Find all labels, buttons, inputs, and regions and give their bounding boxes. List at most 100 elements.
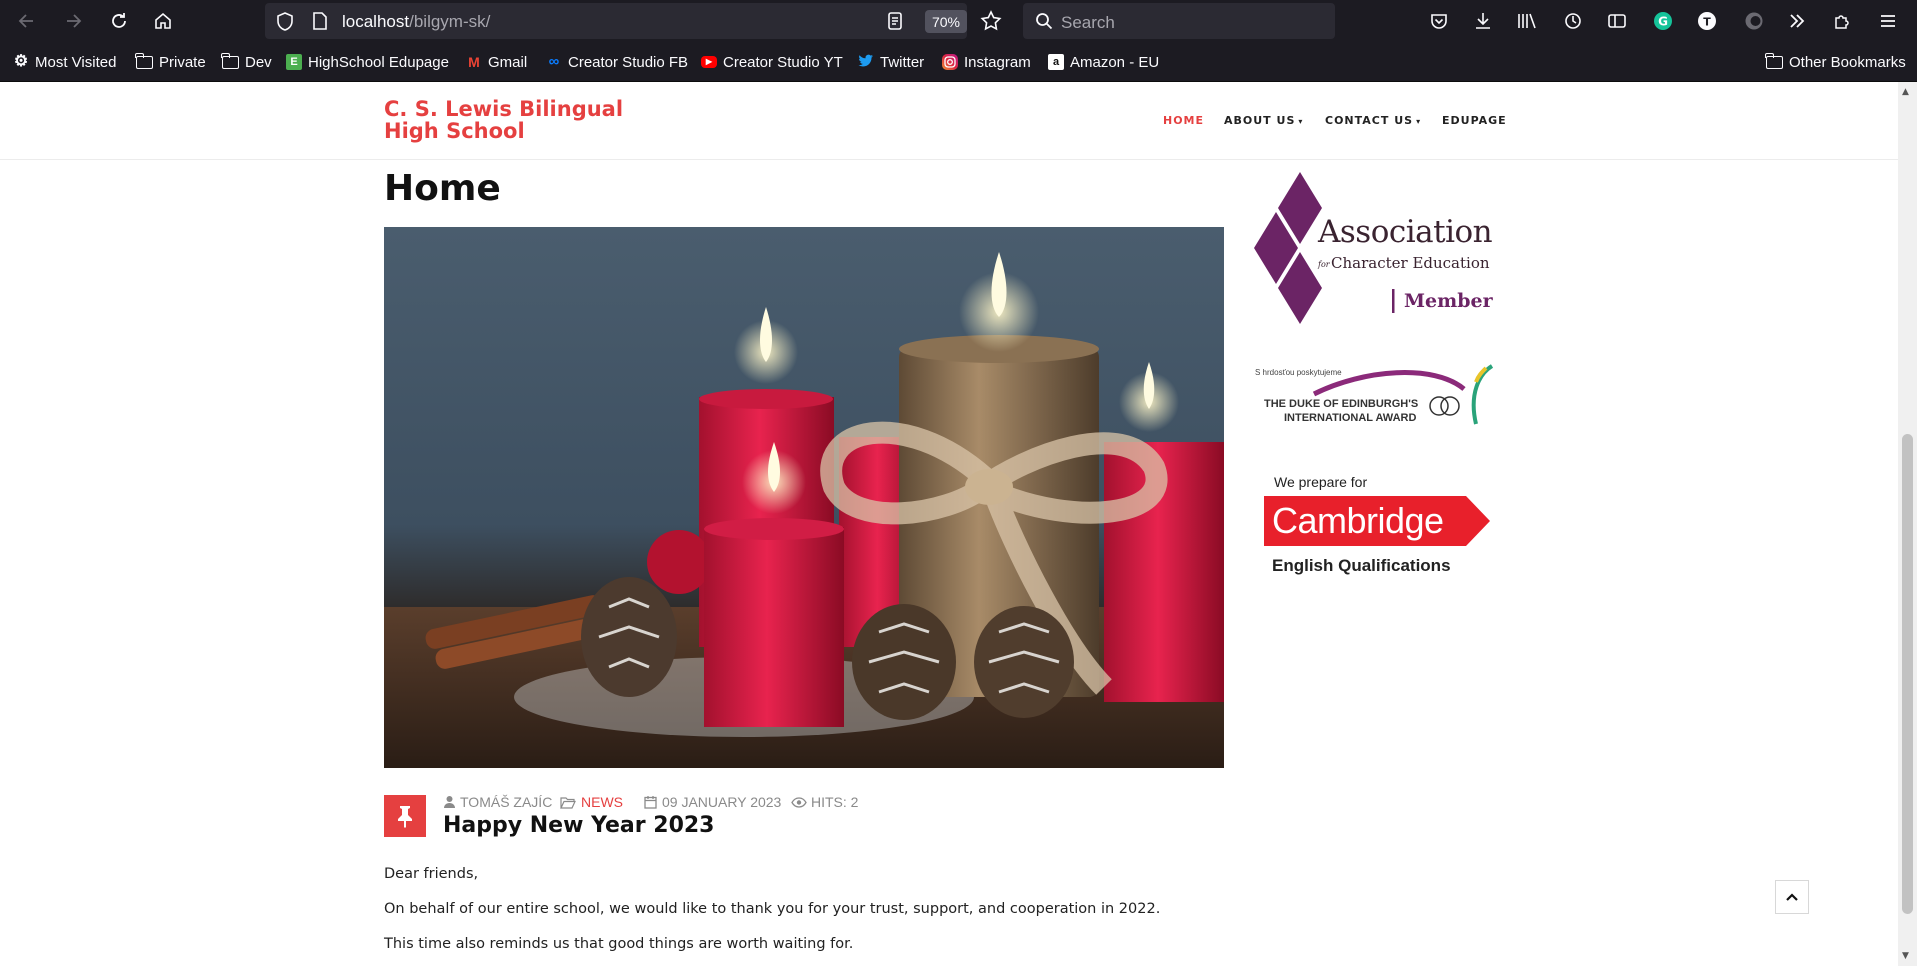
ace-member-logo[interactable]: Association for Character Education Memb… [1252,170,1502,330]
user-icon [444,796,455,808]
site-header: C. S. Lewis Bilingual High School HOME A… [0,82,1898,160]
library-icon[interactable] [1514,8,1540,34]
scrollbar-thumb[interactable] [1902,434,1913,914]
download-icon[interactable] [1470,8,1496,34]
forward-arrow-icon[interactable] [60,8,86,34]
nav-contact-us[interactable]: CONTACT US ▾ [1325,114,1421,127]
shield-icon[interactable] [276,12,294,35]
logo-line-1: C. S. Lewis Bilingual [384,97,624,121]
ace-member-label: Member [1404,290,1493,312]
folder-open-icon [560,796,576,809]
gear-icon: ⚙ [13,53,29,70]
article-paragraph: On behalf of our entire school, we would… [384,901,1161,917]
bookmark-label: Amazon - EU [1070,53,1160,71]
chevron-down-icon: ▾ [1416,117,1422,126]
reload-icon[interactable] [106,8,132,34]
youtube-icon: ▶ [701,56,717,68]
gmail-icon: M [468,54,480,70]
bookmark-private[interactable]: Private [135,52,206,72]
eye-icon [791,796,807,808]
bookmark-label: Dev [245,53,272,71]
author-name: TOMÁŠ ZAJÍC [460,794,553,810]
nav-home[interactable]: HOME [1163,114,1204,127]
hits-count: HITS: 2 [811,794,859,810]
duke-of-edinburgh-logo[interactable]: S hrdosťou poskytujeme THE DUKE OF EDINB… [1254,364,1496,436]
grammarly-extension-icon[interactable]: G [1650,8,1676,34]
cambridge-english-logo[interactable]: We prepare for Cambridge English Qualifi… [1262,472,1492,582]
back-to-top-button[interactable] [1775,880,1809,914]
scroll-down-arrow-icon[interactable]: ▼ [1902,951,1909,961]
url-bar[interactable]: localhost/bilgym-sk/ 70% [265,3,1002,39]
bookmark-label: Other Bookmarks [1789,53,1906,71]
history-icon[interactable] [1560,8,1586,34]
article-category[interactable]: NEWS [560,794,623,810]
page-icon[interactable] [312,12,328,34]
chevron-down-icon: ▾ [1298,117,1304,126]
meta-icon: ∞ [548,53,560,70]
cambridge-pretext: We prepare for [1274,474,1368,490]
ace-for: for [1318,260,1330,269]
nav-contact-label: CONTACT US [1325,114,1414,127]
bookmark-label: Creator Studio FB [568,53,689,71]
browser-toolbar: localhost/bilgym-sk/ 70% Search G T [0,0,1917,42]
duke-line-1: THE DUKE OF EDINBURGH'S [1264,398,1419,410]
article-title[interactable]: Happy New Year 2023 [443,813,715,838]
bookmark-label: Twitter [880,53,925,71]
bookmark-label: Most Visited [35,53,117,71]
edupage-icon: E [286,54,302,70]
more-tools-chevron-icon[interactable] [1784,8,1810,34]
bookmark-label: Private [159,53,206,71]
search-placeholder: Search [1061,13,1115,32]
category-link[interactable]: NEWS [581,794,623,810]
nav-about-label: ABOUT US [1224,114,1296,127]
sidebar-toggle-icon[interactable] [1604,8,1630,34]
site-logo[interactable]: C. S. Lewis Bilingual High School [384,98,644,142]
search-bar[interactable]: Search [1023,3,1335,39]
instagram-icon [942,54,958,70]
svg-text:T: T [1703,16,1711,29]
search-icon [1035,12,1053,34]
home-icon[interactable] [150,8,176,34]
svg-text:G: G [1658,15,1668,29]
folder-icon [1765,52,1783,69]
article-author: TOMÁŠ ZAJÍC [443,794,552,810]
ace-subtitle: Character Education [1331,254,1490,272]
scroll-up-arrow-icon[interactable]: ▲ [1902,87,1909,97]
bookmark-dev[interactable]: Dev [221,52,272,72]
folder-icon [221,52,239,69]
bookmark-other-bookmarks[interactable]: Other Bookmarks [1765,52,1906,72]
extensions-puzzle-icon[interactable] [1829,8,1855,34]
bookmark-label: HighSchool Edupage [308,53,449,71]
circle-extension-icon[interactable] [1741,8,1767,34]
hamburger-menu-icon[interactable] [1875,8,1901,34]
article-hero-image [384,227,1224,768]
bookmarks-bar: ⚙ Most Visited Private Dev E HighSchool … [0,42,1917,82]
bookmark-most-visited[interactable]: ⚙ Most Visited [13,52,117,72]
duke-line-2: INTERNATIONAL AWARD [1284,412,1417,424]
bookmark-creator-studio-yt[interactable]: ▶ Creator Studio YT [701,52,843,72]
bookmark-twitter[interactable]: Twitter [858,52,924,72]
bookmark-creator-studio-fb[interactable]: ∞ Creator Studio FB [546,52,688,72]
back-arrow-icon[interactable] [14,8,40,34]
bookmark-label: Creator Studio YT [723,53,843,71]
reader-view-icon[interactable] [887,12,903,34]
nav-edupage[interactable]: EDUPAGE [1442,114,1507,127]
bookmark-highschool-edupage[interactable]: E HighSchool Edupage [286,52,449,72]
pocket-icon[interactable] [1426,8,1452,34]
bookmark-instagram[interactable]: Instagram [942,52,1031,72]
bookmark-label: Instagram [964,53,1031,71]
bookmark-label: Gmail [488,53,528,71]
bookmark-gmail[interactable]: M Gmail [466,52,527,72]
cambridge-subtitle: English Qualifications [1272,556,1451,575]
web-page: C. S. Lewis Bilingual High School HOME A… [0,82,1917,966]
zoom-level-badge[interactable]: 70% [925,10,967,33]
amazon-icon: a [1048,54,1064,70]
t-extension-icon[interactable]: T [1694,8,1720,34]
bookmark-amazon-eu[interactable]: a Amazon - EU [1048,52,1159,72]
star-bookmark-icon[interactable] [980,10,1002,36]
article-paragraph: This time also reminds us that good thin… [384,936,854,952]
nav-about-us[interactable]: ABOUT US ▾ [1224,114,1303,127]
url-text[interactable]: localhost/bilgym-sk/ [342,12,490,32]
cambridge-brand: Cambridge [1272,500,1444,541]
chevron-up-icon [1786,893,1798,901]
